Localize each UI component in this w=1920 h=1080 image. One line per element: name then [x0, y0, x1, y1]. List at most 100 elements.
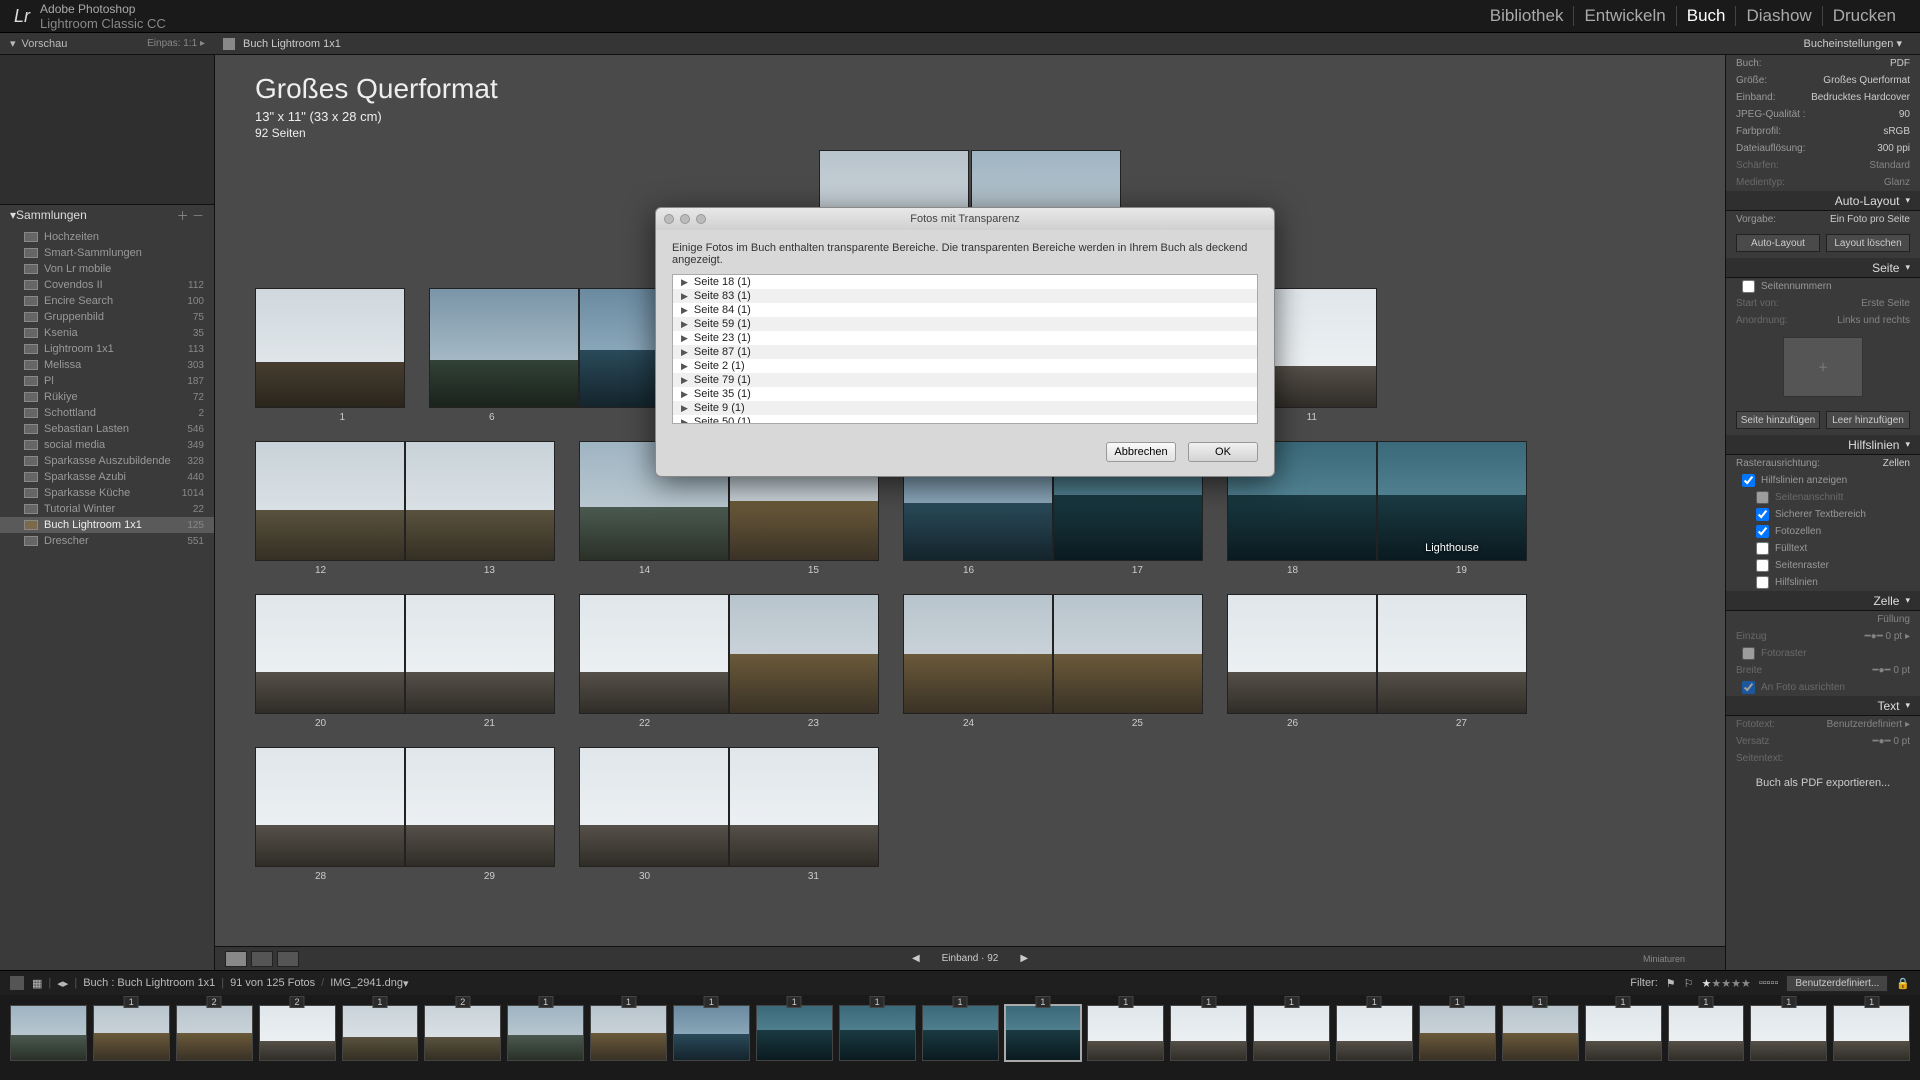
collection-item[interactable]: Covendos II112 [0, 277, 214, 293]
disclosure-icon[interactable]: ▶ [681, 417, 688, 425]
filter-lock-icon[interactable]: 🔒 [1896, 977, 1910, 990]
add-collection-button[interactable]: ＋ － [177, 207, 204, 224]
filmstrip-thumb[interactable]: 1 [1170, 1005, 1247, 1061]
collection-item[interactable]: Encire Search100 [0, 293, 214, 309]
disclosure-icon[interactable]: ▶ [681, 305, 688, 316]
add-page-button[interactable]: Seite hinzufügen [1736, 411, 1820, 429]
guide-option-checkbox[interactable] [1756, 525, 1769, 538]
dialog-titlebar[interactable]: Fotos mit Transparenz [656, 208, 1274, 230]
filmstrip-thumb[interactable]: 1 [590, 1005, 667, 1061]
dialog-list-item[interactable]: ▶Seite 83 (1) [673, 289, 1257, 303]
filmstrip-thumb[interactable]: 1 [93, 1005, 170, 1061]
collection-item[interactable]: Rükiye72 [0, 389, 214, 405]
dialog-list-item[interactable]: ▶Seite 50 (1) [673, 415, 1257, 424]
collection-item[interactable]: social media349 [0, 437, 214, 453]
dialog-list-item[interactable]: ▶Seite 2 (1) [673, 359, 1257, 373]
module-diashow[interactable]: Diashow [1736, 6, 1822, 26]
page-spread[interactable]: 1 [255, 288, 405, 423]
grid-icon[interactable] [223, 38, 235, 50]
nav-fwd-icon[interactable]: ▸ [63, 977, 69, 990]
star-filter[interactable]: ★★★★★ [1702, 977, 1751, 990]
module-entwickeln[interactable]: Entwickeln [1574, 6, 1676, 26]
collections-list[interactable]: HochzeitenSmart-SammlungenVon Lr mobileC… [0, 225, 214, 970]
book-page[interactable] [255, 594, 405, 714]
book-page[interactable] [903, 594, 1053, 714]
disclosure-icon[interactable]: ▶ [681, 375, 688, 386]
guides-header[interactable]: Hilfslinien▾ [1726, 435, 1920, 455]
collection-item[interactable]: Lightroom 1x1113 [0, 341, 214, 357]
dialog-list-item[interactable]: ▶Seite 87 (1) [673, 345, 1257, 359]
collection-item[interactable]: Sebastian Lasten546 [0, 421, 214, 437]
filmstrip-thumb[interactable]: 2 [176, 1005, 253, 1061]
phototext-value[interactable]: Benutzerdefiniert ▸ [1827, 719, 1910, 730]
collection-item[interactable]: Ksenia35 [0, 325, 214, 341]
disclosure-icon[interactable]: ▶ [681, 347, 688, 358]
book-page[interactable]: Lighthouse [1377, 441, 1527, 561]
info-path[interactable]: Buch : Buch Lightroom 1x1 [83, 977, 215, 989]
align-to-photo-checkbox[interactable] [1742, 681, 1755, 694]
filmstrip-thumb[interactable]: 1 [1585, 1005, 1662, 1061]
book-page[interactable] [579, 594, 729, 714]
collection-item[interactable]: Smart-Sammlungen [0, 245, 214, 261]
setting-value[interactable]: Standard [1869, 160, 1910, 171]
cell-header[interactable]: Zelle▾ [1726, 591, 1920, 611]
filmstrip-thumb[interactable]: 1 [1005, 1005, 1082, 1061]
flag-picked-icon[interactable]: ⚑ [1666, 977, 1676, 990]
filmstrip-thumb[interactable]: 2 [424, 1005, 501, 1061]
book-page[interactable] [405, 747, 555, 867]
next-page-button[interactable]: ▶ [1012, 953, 1036, 964]
filmstrip-thumb[interactable]: 1 [507, 1005, 584, 1061]
book-settings-header[interactable]: Bucheinstellungen ▾ [1725, 37, 1920, 50]
setting-value[interactable]: Großes Querformat [1823, 75, 1910, 86]
page-spread[interactable]: 2223 [579, 594, 879, 729]
page-spread[interactable]: 2627 [1227, 594, 1527, 729]
collection-item[interactable]: Von Lr mobile [0, 261, 214, 277]
add-blank-button[interactable]: Leer hinzufügen [1826, 411, 1910, 429]
collection-item[interactable]: Buch Lightroom 1x1125 [0, 517, 214, 533]
zoom-icon[interactable] [696, 214, 706, 224]
setting-value[interactable]: 300 ppi [1877, 143, 1910, 154]
guide-option-checkbox[interactable] [1756, 576, 1769, 589]
book-page[interactable] [1227, 594, 1377, 714]
page-spread[interactable]: 2425 [903, 594, 1203, 729]
book-canvas[interactable]: Großes Querformat 13" x 11" (33 x 28 cm)… [215, 55, 1725, 970]
page-numbers-checkbox[interactable] [1742, 280, 1755, 293]
view-single-button[interactable] [277, 951, 299, 967]
page-spread[interactable]: 3031 [579, 747, 879, 882]
module-drucken[interactable]: Drucken [1823, 6, 1906, 26]
disclosure-icon[interactable]: ▶ [681, 389, 688, 400]
page-template-preview[interactable]: ＋ [1783, 337, 1863, 397]
photo-border-checkbox[interactable] [1742, 647, 1755, 660]
collection-item[interactable]: Sparkasse Küche1014 [0, 485, 214, 501]
filmstrip[interactable]: 1221211111111111111111 [0, 995, 1920, 1070]
second-window-icon[interactable] [10, 976, 24, 990]
auto-layout-button[interactable]: Auto-Layout [1736, 234, 1820, 252]
page-section-header[interactable]: Seite▾ [1726, 258, 1920, 278]
prev-page-button[interactable]: ◀ [904, 953, 928, 964]
dialog-list-item[interactable]: ▶Seite 79 (1) [673, 373, 1257, 387]
setting-value[interactable]: Glanz [1884, 177, 1910, 188]
filmstrip-thumb[interactable] [10, 1005, 87, 1061]
page-spread[interactable]: 2021 [255, 594, 555, 729]
inset-slider[interactable]: ━●━ 0 pt ▸ [1865, 631, 1910, 642]
filmstrip-thumb[interactable]: 1 [1833, 1005, 1910, 1061]
collection-item[interactable]: Melissa303 [0, 357, 214, 373]
filmstrip-thumb[interactable]: 1 [1336, 1005, 1413, 1061]
book-page[interactable] [579, 747, 729, 867]
filmstrip-thumb[interactable]: 1 [1087, 1005, 1164, 1061]
module-bibliothek[interactable]: Bibliothek [1480, 6, 1575, 26]
page-spread[interactable]: 2829 [255, 747, 555, 882]
close-icon[interactable] [664, 214, 674, 224]
chevron-down-icon[interactable]: ▾ [403, 977, 409, 990]
filmstrip-thumb[interactable]: 1 [1419, 1005, 1496, 1061]
filmstrip-thumb[interactable]: 1 [1668, 1005, 1745, 1061]
dialog-list-item[interactable]: ▶Seite 23 (1) [673, 331, 1257, 345]
book-page[interactable] [255, 747, 405, 867]
collection-item[interactable]: Sparkasse Auszubildende328 [0, 453, 214, 469]
collection-item[interactable]: Tutorial Winter22 [0, 501, 214, 517]
setting-value[interactable]: PDF [1890, 58, 1910, 69]
disclosure-icon[interactable]: ▶ [681, 333, 688, 344]
collection-item[interactable]: Pl187 [0, 373, 214, 389]
dialog-list[interactable]: ▶Seite 18 (1)▶Seite 83 (1)▶Seite 84 (1)▶… [672, 274, 1258, 424]
dialog-list-item[interactable]: ▶Seite 9 (1) [673, 401, 1257, 415]
